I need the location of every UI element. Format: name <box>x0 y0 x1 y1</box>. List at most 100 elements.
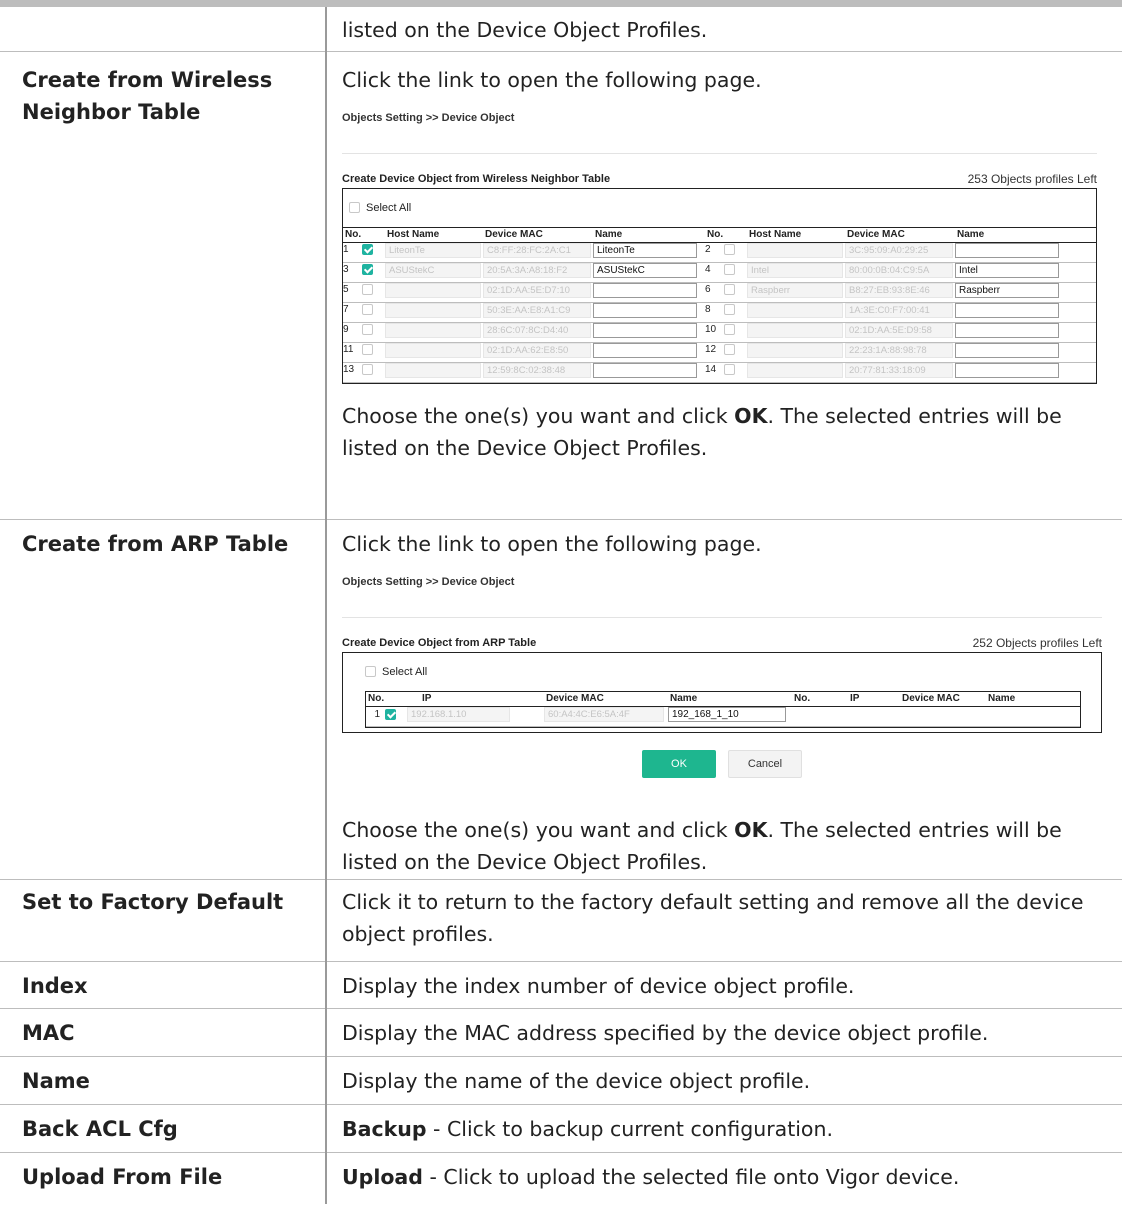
term-cell: MAC <box>22 1020 75 1045</box>
host-name-field <box>385 362 481 378</box>
name-input[interactable] <box>955 362 1059 378</box>
table-row: 13 12:59:8C:02:38:48 14 20:77:81:33:18:09 <box>343 362 1096 382</box>
parameter-table: listed on the Device Object Profiles. Cr… <box>0 7 1122 1204</box>
name-input[interactable]: Raspberr <box>955 282 1059 298</box>
row-checkbox[interactable] <box>362 323 373 335</box>
name-input[interactable] <box>593 322 697 338</box>
column-header: Device MAC <box>900 691 986 707</box>
mac-field: 02:1D:AA:5E:D9:58 <box>845 322 953 338</box>
host-name-field: Intel <box>747 262 843 278</box>
row-checkbox[interactable] <box>724 263 735 275</box>
description-cell: Upload - Click to upload the selected fi… <box>325 1152 1122 1204</box>
host-name-field <box>385 342 481 358</box>
host-name-field: LiteonTe <box>385 242 481 258</box>
column-header: No. <box>366 691 402 707</box>
row-number: 11 <box>343 343 354 355</box>
mac-field: 22:23:1A:88:98:78 <box>845 342 953 358</box>
host-name-field <box>747 362 843 378</box>
host-name-field: Raspberr <box>747 282 843 298</box>
table-row: Back ACL Cfg Backup - Click to backup cu… <box>0 1104 1122 1152</box>
table-row: 9 28:6C:07:8C:D4:40 10 02:1D:AA:5E:D9:58 <box>343 322 1096 342</box>
host-name-field <box>747 342 843 358</box>
description-cell: Click the link to open the following pag… <box>325 519 1122 879</box>
table-row: MAC Display the MAC address specified by… <box>0 1008 1122 1056</box>
host-name-field <box>385 302 481 318</box>
name-input[interactable]: Intel <box>955 262 1059 278</box>
column-header: Name <box>986 691 1080 707</box>
column-header: Host Name <box>747 227 845 243</box>
column-header: Name <box>955 227 1096 243</box>
name-input[interactable]: 192_168_1_10 <box>668 706 786 722</box>
row-checkbox[interactable] <box>362 303 373 315</box>
column-header: Device MAC <box>845 227 955 243</box>
column-header: IP <box>402 691 544 707</box>
description-cell: Display the MAC address specified by the… <box>325 1008 1122 1056</box>
select-all-checkbox[interactable] <box>349 202 360 213</box>
row-checkbox[interactable] <box>362 283 373 295</box>
row-checkbox[interactable] <box>385 708 396 720</box>
row-checkbox[interactable] <box>724 343 735 355</box>
name-input[interactable] <box>955 322 1059 338</box>
description-intro: Click the link to open the following pag… <box>342 67 762 92</box>
row-checkbox[interactable] <box>724 303 735 315</box>
row-number: 9 <box>343 323 349 335</box>
panel-title: Create Device Object from ARP Table <box>342 636 537 649</box>
row-number: 2 <box>705 243 711 255</box>
row-checkbox[interactable] <box>362 343 373 355</box>
select-all-label: Select All <box>366 201 412 214</box>
mac-field: 20:77:81:33:18:09 <box>845 362 953 378</box>
ok-button[interactable]: OK <box>642 749 716 778</box>
table-row: Create from ARP Table Click the link to … <box>0 519 1122 879</box>
name-input[interactable] <box>955 342 1059 358</box>
table-row: 11 02:1D:AA:62:E8:50 12 22:23:1A:88:98:78 <box>343 342 1096 362</box>
term-cell: Index <box>22 973 88 998</box>
description-outro: Choose the one(s) you want and click OK.… <box>342 403 1062 460</box>
row-number: 13 <box>343 363 355 375</box>
description-cell: Click the link to open the following pag… <box>325 51 1122 519</box>
cancel-button[interactable]: Cancel <box>728 749 802 778</box>
name-input[interactable] <box>593 302 697 318</box>
name-input[interactable]: ASUStekC <box>593 262 697 278</box>
description-cell: Click it to return to the factory defaul… <box>325 879 1122 961</box>
row-checkbox[interactable] <box>724 323 735 335</box>
breadcrumb: Objects Setting >> Device Object <box>342 111 515 124</box>
table-row: 5 02:1D:AA:5E:D7:10 6 Raspberr B8:27:EB:93:8… <box>343 282 1096 302</box>
divider <box>342 152 1097 154</box>
row-number: 10 <box>705 323 717 335</box>
column-header: No. <box>792 691 848 707</box>
row-checkbox[interactable] <box>362 263 373 275</box>
table-row: Set to Factory Default Click it to retur… <box>0 879 1122 961</box>
name-input[interactable] <box>593 282 697 298</box>
select-all-checkbox[interactable] <box>365 666 376 677</box>
name-input[interactable] <box>593 362 697 378</box>
host-name-field <box>747 242 843 258</box>
wireless-screenshot: Objects Setting >> Device Object Create … <box>342 102 1097 384</box>
host-name-field <box>385 282 481 298</box>
mac-field: 80:00:0B:04:C9:5A <box>845 262 953 278</box>
row-number: 8 <box>705 303 711 315</box>
row-checkbox[interactable] <box>362 363 373 375</box>
mac-field: 20:5A:3A:A8:18:F2 <box>483 262 591 278</box>
description-cell: Backup - Click to backup current configu… <box>325 1104 1122 1152</box>
mac-field: 50:3E:AA:E8:A1:C9 <box>483 302 591 318</box>
profiles-left-count: 253 Objects profiles Left <box>967 171 1097 186</box>
row-checkbox[interactable] <box>724 283 735 295</box>
host-name-field <box>747 322 843 338</box>
row-checkbox[interactable] <box>724 363 735 375</box>
name-input[interactable] <box>955 242 1059 258</box>
row-checkbox[interactable] <box>362 243 373 255</box>
row-checkbox[interactable] <box>724 243 735 255</box>
description-outro: Choose the one(s) you want and click OK.… <box>342 817 1062 874</box>
table-row: 7 50:3E:AA:E8:A1:C9 8 1A:3E:C0:F7:00:41 <box>343 302 1096 322</box>
name-input[interactable] <box>955 302 1059 318</box>
name-input[interactable]: LiteonTe <box>593 242 697 258</box>
name-input[interactable] <box>593 342 697 358</box>
table-row: Name Display the name of the device obje… <box>0 1056 1122 1104</box>
column-header: Host Name <box>385 227 483 243</box>
mac-field: 3C:95:09:A0:29:25 <box>845 242 953 258</box>
term-cell: Upload From File <box>22 1164 223 1189</box>
term-cell: Create from Wireless Neighbor Table <box>22 67 273 124</box>
row-number: 12 <box>705 343 717 355</box>
mac-field: 02:1D:AA:5E:D7:10 <box>483 282 591 298</box>
row-number: 4 <box>705 263 711 275</box>
